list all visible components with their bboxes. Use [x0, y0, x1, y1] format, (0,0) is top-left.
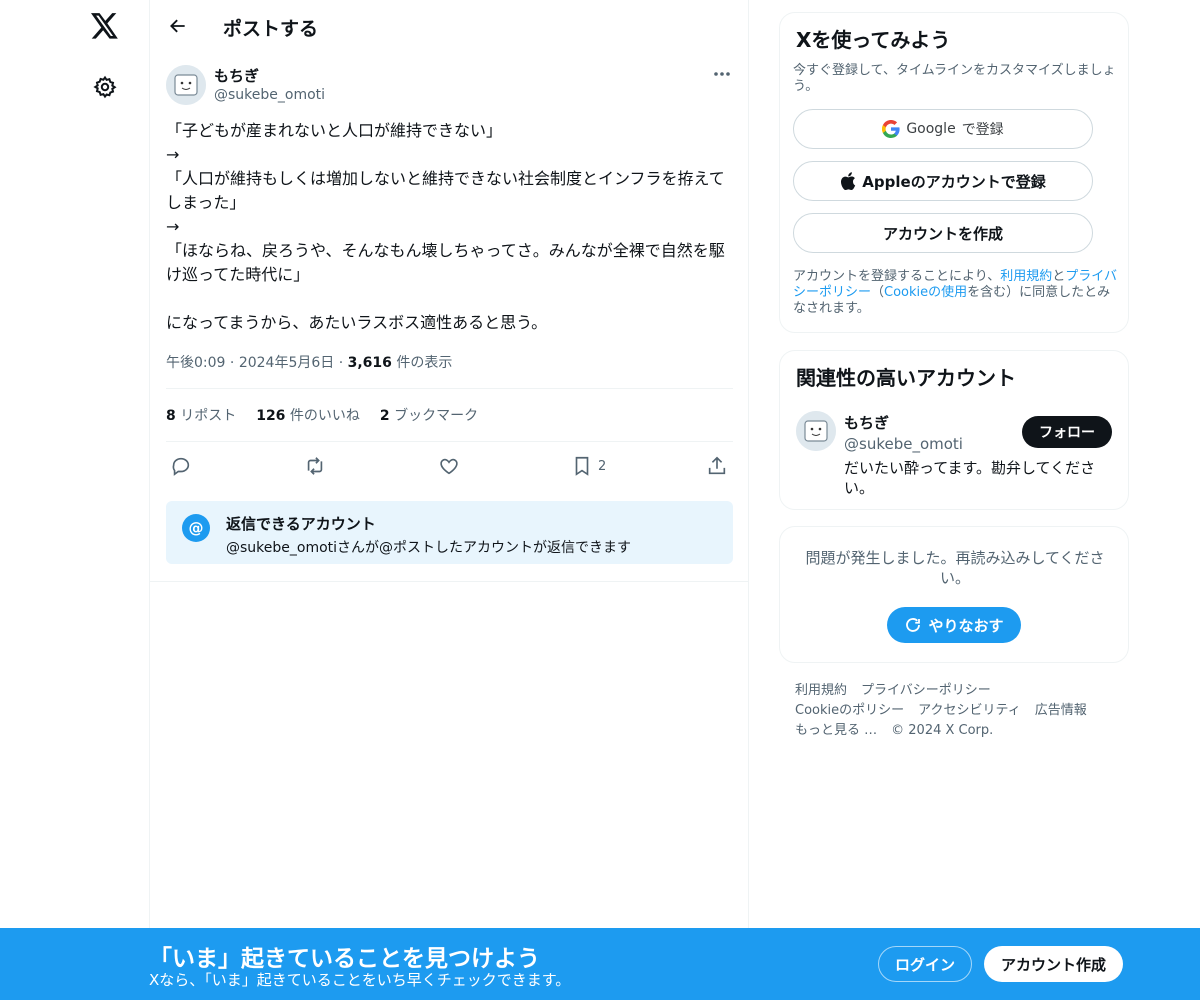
engagement-stats: 8 リポスト 126 件のいいね 2 ブックマーク	[166, 405, 478, 425]
terms-text: と	[1052, 269, 1066, 284]
reply-restriction-notice: @ 返信できるアカウント @sukebe_omotiさんが@ポストしたアカウント…	[166, 501, 733, 564]
footer-link-ads[interactable]: 広告情報	[1035, 703, 1087, 718]
bookmark-icon[interactable]: 2	[572, 452, 606, 480]
views-label: 件の表示	[396, 355, 453, 371]
reply-restriction-title: 返信できるアカウント	[226, 515, 376, 533]
views-count: 3,616	[347, 355, 392, 371]
google-signup-button[interactable]: Google で登録	[793, 109, 1093, 149]
footer-links: 利用規約 プライバシーポリシー Cookieのポリシー アクセシビリティ 広告情報 も…	[795, 681, 1115, 741]
terms-notice: アカウントを登録することにより、利用規約とプライバシーポリシー（Cookieの使…	[793, 269, 1123, 317]
google-signup-suffix: で登録	[961, 122, 1004, 138]
left-navigation	[75, 0, 135, 1000]
post-meta: 午後0:09 · 2024年5月6日 · 3,616 件の表示	[166, 355, 453, 371]
recommended-bio: だいたい酔ってます。勘弁してください。	[844, 459, 1096, 497]
signup-button[interactable]: アカウント作成	[984, 946, 1123, 982]
bookmark-count: 2	[598, 458, 607, 474]
bottom-bar-subtitle: Xなら、「いま」起きていることをいち早くチェックできます。	[149, 971, 571, 989]
reposts-stat[interactable]: 8 リポスト	[166, 405, 236, 425]
repost-icon[interactable]	[303, 452, 327, 480]
footer-link-privacy[interactable]: プライバシーポリシー	[861, 683, 991, 698]
more-options-icon[interactable]	[710, 64, 734, 84]
retry-button[interactable]: やりなおす	[887, 607, 1021, 643]
error-card: 問題が発生しました。再読み込みしてください。 やりなおす	[779, 526, 1129, 663]
footer-link-accessibility[interactable]: アクセシビリティ	[918, 703, 1021, 718]
google-signup-label: Google	[906, 121, 956, 137]
recommended-handle[interactable]: @sukebe_omoti	[844, 435, 963, 453]
share-icon[interactable]	[706, 452, 728, 480]
divider	[166, 388, 733, 389]
at-sign-icon: @	[182, 514, 210, 542]
signup-card-title: Xを使ってみよう	[796, 28, 951, 52]
apple-signup-button[interactable]: Appleのアカウントで登録	[793, 161, 1093, 201]
author-avatar[interactable]	[166, 65, 206, 105]
footer-link-more[interactable]: もっと見る …	[795, 723, 877, 738]
retry-label: やりなおす	[928, 616, 1004, 635]
page-title: ポストする	[223, 18, 319, 40]
bottom-signup-bar: 「いま」起きていることを見つけよう Xなら、「いま」起きていることをいち早くチェ…	[0, 928, 1200, 1000]
error-message: 問題が発生しました。再読み込みしてください。	[805, 549, 1105, 587]
bottom-bar-title: 「いま」起きていることを見つけよう	[149, 946, 540, 972]
footer-link-cookie[interactable]: Cookieのポリシー	[795, 703, 904, 718]
refresh-icon	[906, 618, 921, 632]
recommended-name[interactable]: もちぎ	[844, 412, 889, 433]
like-heart-icon[interactable]	[438, 452, 460, 480]
apple-icon	[841, 172, 856, 190]
terms-of-service-link[interactable]: 利用規約	[1000, 269, 1052, 284]
divider	[150, 581, 748, 582]
relevant-accounts-card: 関連性の高いアカウント もちぎ @sukebe_omoti だいたい酔ってます。…	[779, 350, 1129, 510]
author-handle[interactable]: @sukebe_omoti	[214, 87, 325, 103]
settings-gear-icon[interactable]	[90, 72, 120, 102]
divider	[166, 441, 733, 442]
relevant-accounts-title: 関連性の高いアカウント	[796, 366, 1016, 390]
post-text: 「子どもが産まれないと人口が維持できない」 → 「人口が維持もしくは増加しないと…	[166, 121, 725, 332]
likes-stat[interactable]: 126 件のいいね	[256, 405, 360, 425]
page-header: ポストする	[150, 0, 748, 53]
bookmarks-stat[interactable]: 2 ブックマーク	[380, 405, 478, 425]
apple-signup-label: Appleのアカウントで登録	[862, 172, 1046, 191]
action-bar: 2	[166, 452, 733, 480]
create-account-button[interactable]: アカウントを作成	[793, 213, 1093, 253]
terms-text: （	[871, 285, 885, 300]
back-arrow-icon[interactable]	[164, 12, 192, 40]
post-date[interactable]: 2024年5月6日	[239, 355, 334, 371]
recommended-avatar[interactable]	[796, 411, 836, 451]
footer-link-terms[interactable]: 利用規約	[795, 683, 847, 698]
main-column: ポストする もちぎ @sukebe_omoti 「子どもが産まれないと人口が維持…	[149, 0, 749, 1000]
terms-text: アカウントを登録することにより、	[793, 269, 1001, 284]
google-g-icon	[882, 120, 900, 138]
cookie-use-link[interactable]: Cookieの使用	[884, 285, 967, 300]
login-button[interactable]: ログイン	[878, 946, 972, 982]
follow-button[interactable]: フォロー	[1022, 416, 1112, 448]
create-account-label: アカウントを作成	[882, 224, 1003, 243]
signup-card: Xを使ってみよう 今すぐ登録して、タイムラインをカスタマイズしましょう。 Goo…	[779, 12, 1129, 333]
footer-copyright: © 2024 X Corp.	[891, 723, 994, 738]
post-time[interactable]: 午後0:09	[166, 355, 225, 371]
reply-restriction-subtitle: @sukebe_omotiさんが@ポストしたアカウントが返信できます	[226, 540, 632, 556]
reply-icon[interactable]	[170, 452, 192, 480]
author-name[interactable]: もちぎ	[214, 65, 259, 86]
x-logo-icon[interactable]	[89, 10, 121, 42]
signup-card-subtitle: 今すぐ登録して、タイムラインをカスタマイズしましょう。	[793, 63, 1116, 94]
